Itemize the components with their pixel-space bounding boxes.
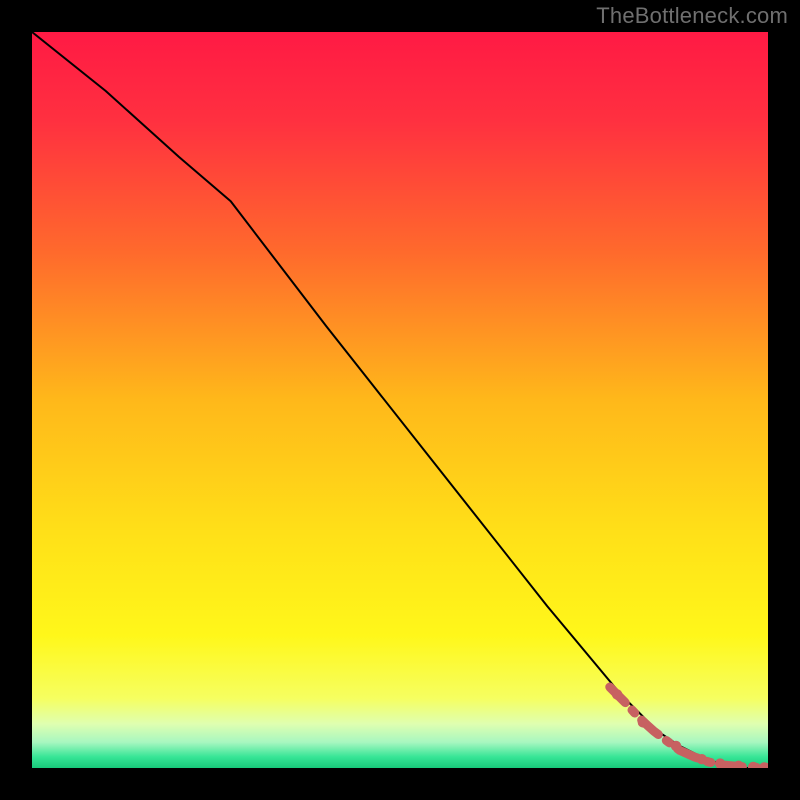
tail-marker bbox=[697, 754, 707, 764]
tail-marker bbox=[671, 741, 681, 751]
plot-area bbox=[32, 32, 768, 768]
tail-marker bbox=[638, 717, 648, 727]
watermark-text: TheBottleneck.com bbox=[596, 3, 788, 29]
tail-marker bbox=[612, 689, 622, 699]
chart-svg bbox=[32, 32, 768, 768]
gradient-background bbox=[32, 32, 768, 768]
chart-stage: TheBottleneck.com bbox=[0, 0, 800, 800]
